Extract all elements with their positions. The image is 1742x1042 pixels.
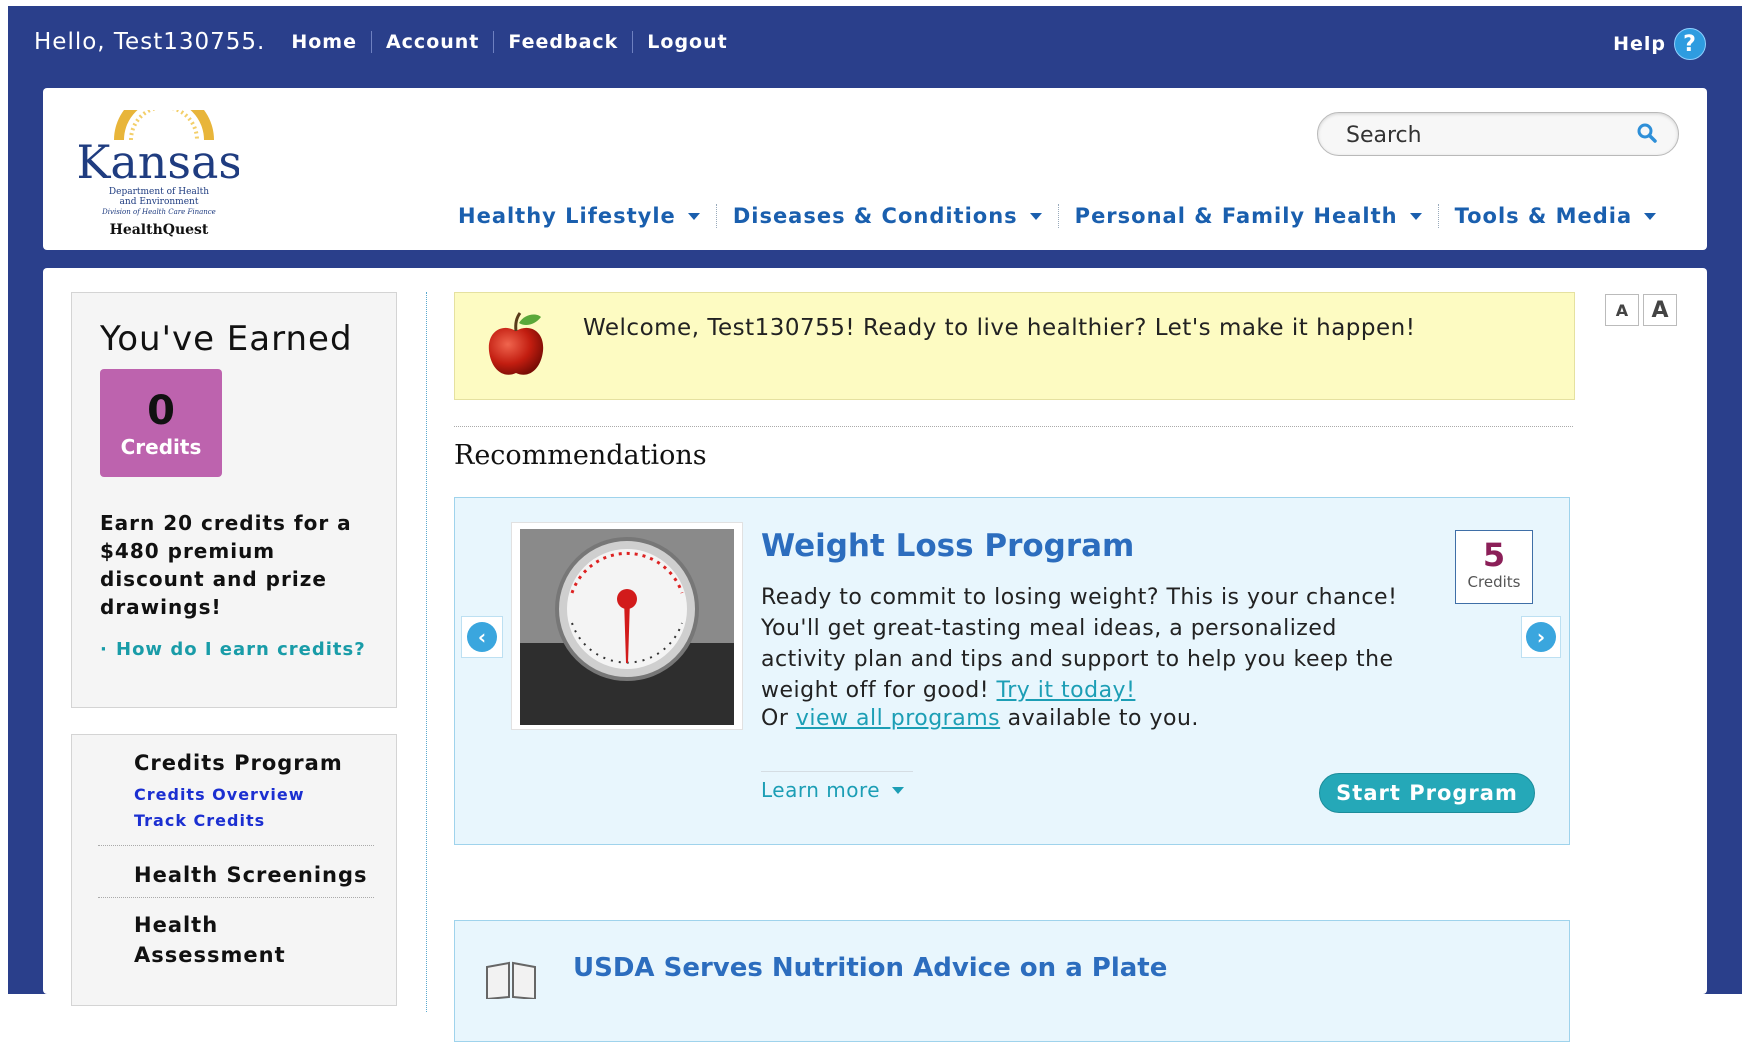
column-divider: [426, 292, 427, 1012]
search-icon[interactable]: [1636, 122, 1658, 144]
recommendations-title: Recommendations: [454, 440, 707, 471]
font-size-small-button[interactable]: A: [1605, 294, 1639, 326]
chevron-down-icon: [687, 212, 700, 220]
article-card: USDA Serves Nutrition Advice on a Plate: [454, 920, 1570, 1042]
chevron-down-icon: [1644, 212, 1657, 220]
credits-earned-box: You've Earned 0 Credits Earn 20 credits …: [71, 292, 397, 708]
book-icon: [486, 961, 536, 999]
credits-value: 0: [147, 388, 175, 434]
help-button[interactable]: Help ?: [1613, 28, 1706, 60]
divider: [454, 426, 1573, 427]
credits-label: Credits: [120, 435, 202, 459]
logo-line2: and Environment: [120, 197, 199, 207]
learn-more-toggle[interactable]: Learn more: [761, 771, 913, 802]
sidebar-item-health-assessment[interactable]: Health: [134, 913, 218, 937]
program-description: Ready to commit to losing weight? This i…: [761, 582, 1401, 706]
font-size-large-button[interactable]: A: [1643, 294, 1677, 326]
earned-title: You've Earned: [100, 319, 353, 359]
nav-tools-media[interactable]: Tools & Media: [1437, 204, 1673, 228]
next-button[interactable]: ›: [1521, 616, 1561, 658]
prev-button[interactable]: ‹: [461, 616, 503, 658]
top-bar: Hello, Test130755. Home Account Feedback…: [34, 22, 1714, 62]
logout-link[interactable]: Logout: [632, 31, 741, 53]
program-credits-label: Credits: [1467, 573, 1521, 591]
nav-personal-family-health[interactable]: Personal & Family Health: [1057, 204, 1438, 228]
chevron-right-icon: ›: [1526, 622, 1556, 652]
account-link[interactable]: Account: [370, 31, 493, 53]
search-box: [1317, 112, 1679, 156]
logo-line1: Department of Health: [109, 187, 209, 197]
scale-icon: [520, 529, 734, 725]
bathroom-scale-image: [511, 522, 743, 730]
credits-badge: 0 Credits: [100, 369, 222, 477]
logo-sun-icon: Kansas Department of Health and Environm…: [79, 110, 239, 238]
chevron-left-icon: ‹: [467, 622, 497, 652]
nav-label: Healthy Lifestyle: [458, 204, 676, 228]
help-icon: ?: [1674, 28, 1706, 60]
view-programs-line: Or view all programs available to you.: [761, 706, 1199, 731]
chevron-down-icon: [1409, 212, 1422, 220]
try-it-today-link[interactable]: Try it today!: [997, 678, 1136, 703]
earn-description: Earn 20 credits for a $480 premium disco…: [100, 511, 352, 619]
logo-line3: Division of Health Care Finance: [101, 208, 216, 216]
logo-product: HealthQuest: [110, 222, 209, 238]
article-title[interactable]: USDA Serves Nutrition Advice on a Plate: [573, 953, 1167, 983]
content-panel: You've Earned 0 Credits Earn 20 credits …: [43, 268, 1707, 1042]
nav-label: Personal & Family Health: [1074, 204, 1398, 228]
sidebar-item-credits-overview[interactable]: Credits Overview: [134, 785, 304, 804]
chevron-down-icon: [892, 786, 905, 794]
font-size-controls: A A: [1605, 294, 1677, 326]
nav-healthy-lifestyle[interactable]: Healthy Lifestyle: [458, 204, 716, 228]
available-text: available to you.: [1007, 706, 1199, 731]
home-link[interactable]: Home: [283, 31, 371, 53]
apple-icon: [488, 312, 544, 375]
kansas-healthquest-logo[interactable]: Kansas Department of Health and Environm…: [79, 110, 239, 240]
program-credits-value: 5: [1482, 536, 1506, 574]
feedback-link[interactable]: Feedback: [493, 31, 632, 53]
sidebar-item-health-screenings[interactable]: Health Screenings: [134, 863, 368, 887]
or-text: Or: [761, 706, 789, 731]
help-label: Help: [1613, 33, 1666, 55]
program-title[interactable]: Weight Loss Program: [761, 528, 1134, 564]
nav-label: Tools & Media: [1454, 204, 1633, 228]
program-credits-box: 5 Credits: [1455, 530, 1533, 604]
program-card: ‹ Weight Loss Program Ready to commit to…: [454, 497, 1570, 845]
view-all-programs-link[interactable]: view all programs: [796, 706, 1000, 731]
start-program-button[interactable]: Start Program: [1319, 773, 1535, 813]
divider: [98, 897, 374, 898]
header-panel: Kansas Department of Health and Environm…: [43, 88, 1707, 250]
welcome-message: Welcome, Test130755! Ready to live healt…: [583, 315, 1416, 341]
chevron-down-icon: [1029, 212, 1042, 220]
sidebar-item-credits-program[interactable]: Credits Program: [134, 751, 343, 775]
logo-name: Kansas: [79, 135, 239, 189]
greeting: Hello, Test130755.: [34, 29, 266, 55]
search-input[interactable]: [1344, 122, 1628, 149]
divider: [98, 845, 374, 846]
welcome-banner: Welcome, Test130755! Ready to live healt…: [454, 292, 1575, 400]
nav-diseases-conditions[interactable]: Diseases & Conditions: [715, 204, 1058, 228]
sidebar-item-track-credits[interactable]: Track Credits: [134, 811, 265, 830]
how-to-earn-link[interactable]: How do I earn credits?: [100, 639, 386, 661]
nav-label: Diseases & Conditions: [732, 204, 1018, 228]
side-nav: Credits Program Credits Overview Track C…: [71, 734, 397, 1006]
learn-more-label: Learn more: [761, 778, 881, 802]
main-nav: Healthy Lifestyle Diseases & Conditions …: [458, 204, 1672, 228]
sidebar-item-health-assessment-line2[interactable]: Assessment: [134, 943, 286, 967]
